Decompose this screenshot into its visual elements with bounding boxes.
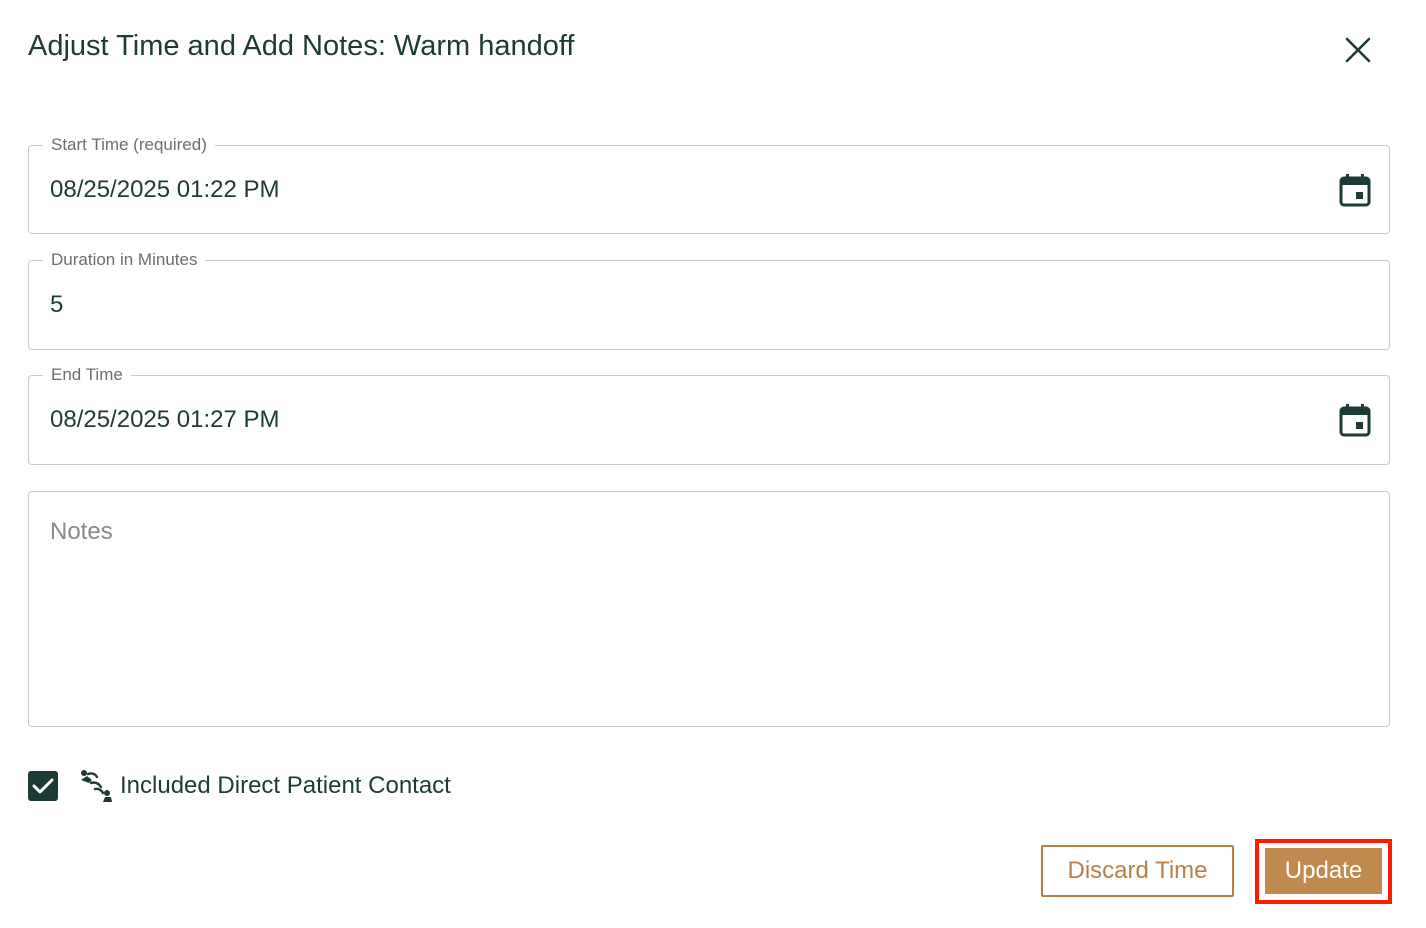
end-time-field[interactable]: End Time 08/25/2025 01:27 PM [28,363,1390,465]
calendar-icon [1339,173,1371,206]
notes-textarea[interactable] [29,492,1389,726]
adjust-time-dialog: Adjust Time and Add Notes: Warm handoff … [0,0,1426,928]
duration-label: Duration in Minutes [43,248,206,272]
direct-patient-contact-label: Included Direct Patient Contact [120,772,451,799]
end-time-value[interactable]: 08/25/2025 01:27 PM [50,376,280,464]
discard-time-button[interactable]: Discard Time [1041,845,1234,897]
update-button[interactable]: Update [1265,848,1382,894]
direct-patient-contact-row: Included Direct Patient Contact [28,768,451,804]
notes-field[interactable] [28,491,1390,727]
start-time-field[interactable]: Start Time (required) 08/25/2025 01:22 P… [28,133,1390,234]
start-time-value[interactable]: 08/25/2025 01:22 PM [50,146,280,233]
close-icon [1345,37,1371,63]
start-time-calendar-button[interactable] [1337,172,1373,208]
dialog-title: Adjust Time and Add Notes: Warm handoff [28,30,575,62]
patient-contact-icon [78,768,114,804]
close-button[interactable] [1338,30,1378,70]
end-time-calendar-button[interactable] [1337,402,1373,438]
duration-field[interactable]: Duration in Minutes 5 [28,248,1390,350]
checkmark-icon [32,778,54,794]
duration-value[interactable]: 5 [50,261,63,349]
calendar-icon [1339,404,1371,437]
direct-patient-contact-checkbox[interactable] [28,771,58,801]
